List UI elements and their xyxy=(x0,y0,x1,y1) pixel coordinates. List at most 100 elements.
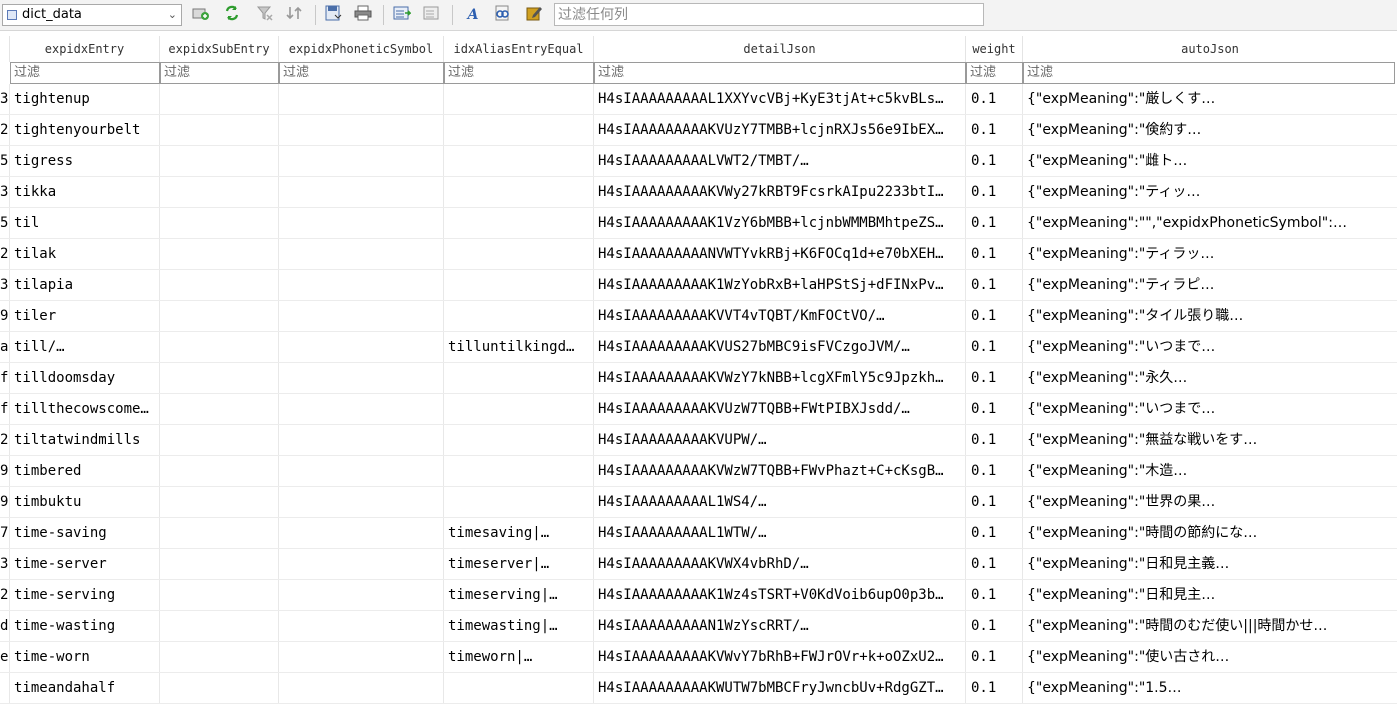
cell-expidxPhoneticSymbol[interactable] xyxy=(279,177,444,207)
cell-expidxPhoneticSymbol[interactable] xyxy=(279,363,444,393)
cell-weight[interactable]: 0.1 xyxy=(966,456,1023,486)
global-filter-field[interactable] xyxy=(554,3,984,26)
table-row[interactable]: 2 time-serving timeserving|… H4sIAAAAAAAAAK… xyxy=(0,580,1397,611)
refresh-icon[interactable] xyxy=(222,5,242,25)
font-icon[interactable]: A xyxy=(463,5,483,25)
cell-idxAliasEntryEqual[interactable]: timeworn|… xyxy=(444,642,594,672)
cell-idxAliasEntryEqual[interactable]: timeserver|… xyxy=(444,549,594,579)
table-select[interactable]: dict_data ⌄ xyxy=(2,4,182,26)
cell-expidxSubEntry[interactable] xyxy=(160,487,279,517)
column-header-expidxPhoneticSymbol[interactable]: expidxPhoneticSymbol xyxy=(279,36,444,62)
sort-clear-icon[interactable] xyxy=(285,5,305,25)
cell-expidxEntry[interactable]: tilak xyxy=(10,239,160,269)
cell-autoJson[interactable]: {"expMeaning":"ティラピ… xyxy=(1023,270,1397,300)
cell-expidxPhoneticSymbol[interactable] xyxy=(279,115,444,145)
cell-expidxPhoneticSymbol[interactable] xyxy=(279,394,444,424)
cell-idxAliasEntryEqual[interactable]: timewasting|… xyxy=(444,611,594,641)
cell-autoJson[interactable]: {"expMeaning":"1.5… xyxy=(1023,673,1397,703)
cell-expidxPhoneticSymbol[interactable] xyxy=(279,332,444,362)
cell-expidxSubEntry[interactable] xyxy=(160,394,279,424)
column-header-expidxEntry[interactable]: expidxEntry xyxy=(10,36,160,62)
cell-detailJson[interactable]: H4sIAAAAAAAAAK1VzY6bMBB+lcjnbWMMBMhtpeZS… xyxy=(594,208,966,238)
cell-expidxEntry[interactable]: timbuktu xyxy=(10,487,160,517)
table-row[interactable]: 7 time-saving timesaving|… H4sIAAAAAAAAAL1W… xyxy=(0,518,1397,549)
cell-idxAliasEntryEqual[interactable] xyxy=(444,270,594,300)
cell-expidxPhoneticSymbol[interactable] xyxy=(279,580,444,610)
cell-weight[interactable]: 0.1 xyxy=(966,611,1023,641)
cell-autoJson[interactable]: {"expMeaning":"ティラッ… xyxy=(1023,239,1397,269)
cell-weight[interactable]: 0.1 xyxy=(966,487,1023,517)
cell-detailJson[interactable]: H4sIAAAAAAAAAKVUzY7TMBB+lcjnRXJs56e9IbEX… xyxy=(594,115,966,145)
cell-detailJson[interactable]: H4sIAAAAAAAAAKVUS27bMBC9isFVCzgoJVM/… xyxy=(594,332,966,362)
cell-expidxEntry[interactable]: time-server xyxy=(10,549,160,579)
cell-autoJson[interactable]: {"expMeaning":"倹約す… xyxy=(1023,115,1397,145)
cell-expidxSubEntry[interactable] xyxy=(160,673,279,703)
cell-detailJson[interactable]: H4sIAAAAAAAAANVWTYvkRBj+K6FOCq1d+e70bXEH… xyxy=(594,239,966,269)
cell-expidxSubEntry[interactable] xyxy=(160,84,279,114)
cell-weight[interactable]: 0.1 xyxy=(966,270,1023,300)
filter-field-idxAliasEntryEqual[interactable]: 过滤 xyxy=(444,62,594,84)
cell-expidxEntry[interactable]: timbered xyxy=(10,456,160,486)
cell-detailJson[interactable]: H4sIAAAAAAAAAL1XXYvcVBj+KyE3tjAt+c5kvBLs… xyxy=(594,84,966,114)
cell-expidxEntry[interactable]: tilldoomsday xyxy=(10,363,160,393)
cell-expidxPhoneticSymbol[interactable] xyxy=(279,146,444,176)
column-header-autoJson[interactable]: autoJson xyxy=(1023,36,1397,62)
table-row[interactable]: 2 tightenyourbelt H4sIAAAAAAAAAKVUzY7TMBB+… xyxy=(0,115,1397,146)
table-row[interactable]: 2 tiltatwindmills H4sIAAAAAAAAAKVUPW/… 0.1{… xyxy=(0,425,1397,456)
table-row[interactable]: 5 til H4sIAAAAAAAAAK1VzY6bMBB+lcjnbWMMBMht… xyxy=(0,208,1397,239)
table-row[interactable]: 3 tikka H4sIAAAAAAAAAKVWy27kRBT9FcsrkAIpu2… xyxy=(0,177,1397,208)
cell-autoJson[interactable]: {"expMeaning":"世界の果… xyxy=(1023,487,1397,517)
cell-expidxSubEntry[interactable] xyxy=(160,425,279,455)
cell-expidxPhoneticSymbol[interactable] xyxy=(279,208,444,238)
cell-expidxPhoneticSymbol[interactable] xyxy=(279,642,444,672)
cell-expidxEntry[interactable]: til xyxy=(10,208,160,238)
table-row[interactable]: 3 tightenup H4sIAAAAAAAAAL1XXYvcVBj+KyE3tj… xyxy=(0,84,1397,115)
cell-autoJson[interactable]: {"expMeaning":"","expidxPhoneticSymbol":… xyxy=(1023,208,1397,238)
cell-detailJson[interactable]: H4sIAAAAAAAAAKVUPW/… xyxy=(594,425,966,455)
cell-detailJson[interactable]: H4sIAAAAAAAAAKVVT4vTQBT/KmFOCtVO/… xyxy=(594,301,966,331)
cell-idxAliasEntryEqual[interactable]: timeserving|… xyxy=(444,580,594,610)
cell-expidxSubEntry[interactable] xyxy=(160,642,279,672)
cell-expidxSubEntry[interactable] xyxy=(160,146,279,176)
table-row[interactable]: a till/… tilluntilkingd… H4sIAAAAAAAAAKVUS2… xyxy=(0,332,1397,363)
table-row[interactable]: 3 tilapia H4sIAAAAAAAAAK1WzYobRxB+laHPStSj… xyxy=(0,270,1397,301)
cell-weight[interactable]: 0.1 xyxy=(966,518,1023,548)
filter-clear-icon[interactable] xyxy=(255,5,275,25)
cell-idxAliasEntryEqual[interactable] xyxy=(444,425,594,455)
cell-expidxPhoneticSymbol[interactable] xyxy=(279,549,444,579)
cell-expidxPhoneticSymbol[interactable] xyxy=(279,301,444,331)
cell-expidxEntry[interactable]: tightenup xyxy=(10,84,160,114)
cell-expidxSubEntry[interactable] xyxy=(160,239,279,269)
table-row[interactable]: timeandahalf H4sIAAAAAAAAAKWUTW7bMBCFryJw… xyxy=(0,673,1397,704)
cell-detailJson[interactable]: H4sIAAAAAAAAAK1Wz4sTSRT+V0KdVoib6upO0p3b… xyxy=(594,580,966,610)
cell-detailJson[interactable]: H4sIAAAAAAAAAL1WTW/… xyxy=(594,518,966,548)
table-row[interactable]: 9 timbered H4sIAAAAAAAAAKVWzW7TQBB+FWvPhaz… xyxy=(0,456,1397,487)
cell-detailJson[interactable]: H4sIAAAAAAAAALVWT2/TMBT/… xyxy=(594,146,966,176)
cell-expidxEntry[interactable]: time-saving xyxy=(10,518,160,548)
cell-expidxPhoneticSymbol[interactable] xyxy=(279,270,444,300)
cell-expidxSubEntry[interactable] xyxy=(160,549,279,579)
cell-autoJson[interactable]: {"expMeaning":"タイル張り職… xyxy=(1023,301,1397,331)
cell-autoJson[interactable]: {"expMeaning":"永久… xyxy=(1023,363,1397,393)
cell-expidxEntry[interactable]: tiler xyxy=(10,301,160,331)
cell-expidxEntry[interactable]: tillthecowscome… xyxy=(10,394,160,424)
cell-expidxEntry[interactable]: tikka xyxy=(10,177,160,207)
cell-autoJson[interactable]: {"expMeaning":"いつまで… xyxy=(1023,394,1397,424)
table-row[interactable]: f tilldoomsday H4sIAAAAAAAAAKVWzY7kNBB+lcg… xyxy=(0,363,1397,394)
table-row[interactable]: e time-worn timeworn|… H4sIAAAAAAAAAKVWvY7b… xyxy=(0,642,1397,673)
cell-idxAliasEntryEqual[interactable] xyxy=(444,673,594,703)
cell-detailJson[interactable]: H4sIAAAAAAAAAKVWX4vbRhD/… xyxy=(594,549,966,579)
cell-idxAliasEntryEqual[interactable] xyxy=(444,208,594,238)
cell-weight[interactable]: 0.1 xyxy=(966,115,1023,145)
cell-expidxPhoneticSymbol[interactable] xyxy=(279,84,444,114)
cell-idxAliasEntryEqual[interactable]: tilluntilkingd… xyxy=(444,332,594,362)
cell-autoJson[interactable]: {"expMeaning":"木造… xyxy=(1023,456,1397,486)
cell-weight[interactable]: 0.1 xyxy=(966,177,1023,207)
cell-detailJson[interactable]: H4sIAAAAAAAAAN1WzYscRRT/… xyxy=(594,611,966,641)
cell-weight[interactable]: 0.1 xyxy=(966,146,1023,176)
cell-expidxPhoneticSymbol[interactable] xyxy=(279,239,444,269)
cell-idxAliasEntryEqual[interactable] xyxy=(444,115,594,145)
cell-expidxPhoneticSymbol[interactable] xyxy=(279,518,444,548)
cell-detailJson[interactable]: H4sIAAAAAAAAAKWUTW7bMBCFryJwncbUv+RdgGZT… xyxy=(594,673,966,703)
table-row[interactable]: 2 tilak H4sIAAAAAAAAANVWTYvkRBj+K6FOCq1d+e… xyxy=(0,239,1397,270)
